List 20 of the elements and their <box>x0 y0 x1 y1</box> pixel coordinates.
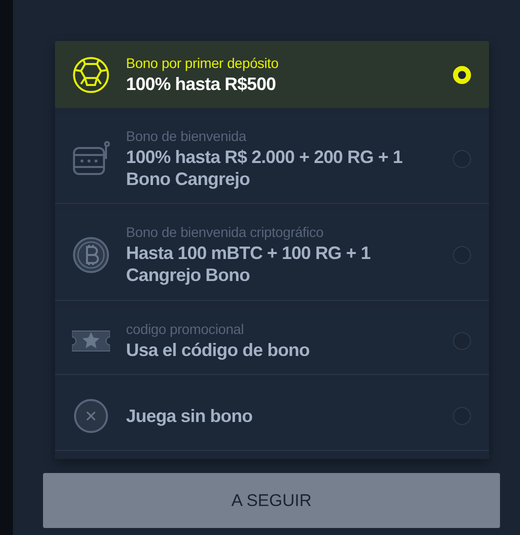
bonus-subtitle: Bono de bienvenida criptográfico <box>126 224 325 240</box>
bonus-title: Hasta 100 mBTC + 100 RG + 1 Cangrejo Bono <box>126 242 372 286</box>
bonus-subtitle: codigo promocional <box>126 320 245 336</box>
bonus-subtitle: Bono de bienvenida <box>126 128 248 144</box>
soccer-ball-icon <box>72 56 110 94</box>
bonus-option[interactable]: Bono por primer depósito 100% hasta R$500 <box>55 41 489 108</box>
bonus-title: 100% hasta R$ 2.000 + 200 RG + 1 Bono Cangrejo <box>126 146 404 190</box>
slot-machine-icon <box>72 140 110 178</box>
continue-button[interactable]: A SEGUIR <box>43 473 500 528</box>
radio-button[interactable] <box>453 246 471 264</box>
bonus-subtitle: Bono por primer depósito <box>126 54 280 70</box>
bonus-option[interactable]: codigo promocional Usa el código de bono <box>55 307 489 375</box>
bitcoin-icon <box>72 236 110 274</box>
bonus-option[interactable]: Bono de bienvenida criptográfico Hasta 100 mBTC + 100 RG + 1 Cangrejo Bono <box>55 210 489 301</box>
bonus-title: Juega sin bono <box>126 404 254 426</box>
bonus-option[interactable]: Bono de bienvenida 100% hasta R$ 2.000 + 200 RG + 1 Bono Cangrejo <box>55 114 489 204</box>
bonus-title: Usa el código de bono <box>126 338 311 360</box>
bonus-option[interactable]: Juega sin bono <box>55 381 489 451</box>
close-icon <box>72 396 110 434</box>
bonus-title: 100% hasta R$500 <box>126 72 277 94</box>
